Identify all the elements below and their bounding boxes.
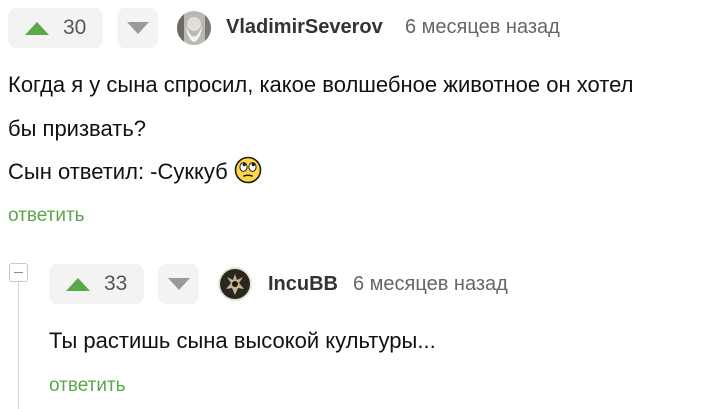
comment-author[interactable]: VladimirSeverov xyxy=(226,16,383,39)
rating-count: 30 xyxy=(63,16,87,39)
comment-text-line: Когда я у сына спросил, какое волшебное … xyxy=(8,72,634,97)
comment-timestamp[interactable]: 6 месяцев назад xyxy=(353,273,508,296)
upvote-button[interactable]: 33 xyxy=(49,264,144,304)
comment-author[interactable]: IncuBB xyxy=(268,273,338,296)
reply-link[interactable]: ответить xyxy=(8,205,85,227)
downvote-arrow-icon xyxy=(167,278,190,290)
rating-count: 33 xyxy=(104,272,128,295)
upvote-arrow-icon xyxy=(25,21,49,35)
user-avatar-icon xyxy=(177,11,211,45)
comment-text-line: бы призвать? xyxy=(8,116,147,141)
user-avatar-icon xyxy=(218,267,252,301)
downvote-button[interactable] xyxy=(117,8,158,48)
avatar[interactable] xyxy=(177,11,211,45)
face-with-rolling-eyes-icon xyxy=(234,156,262,190)
comment-text-line: Сын ответил: -Суккуб xyxy=(8,156,262,190)
comment-timestamp[interactable]: 6 месяцев назад xyxy=(405,16,560,39)
upvote-arrow-icon xyxy=(66,277,90,291)
downvote-button[interactable] xyxy=(158,264,199,304)
downvote-arrow-icon xyxy=(126,22,149,34)
thread-line[interactable] xyxy=(18,274,19,409)
collapse-thread-button[interactable] xyxy=(9,263,28,282)
comment-text-content: Сын ответил: -Суккуб xyxy=(8,158,228,184)
avatar[interactable] xyxy=(218,267,252,301)
reply-link[interactable]: ответить xyxy=(49,375,126,397)
upvote-button[interactable]: 30 xyxy=(8,8,103,48)
comment-text-line: Ты растишь сына высокой культуры... xyxy=(49,328,436,353)
